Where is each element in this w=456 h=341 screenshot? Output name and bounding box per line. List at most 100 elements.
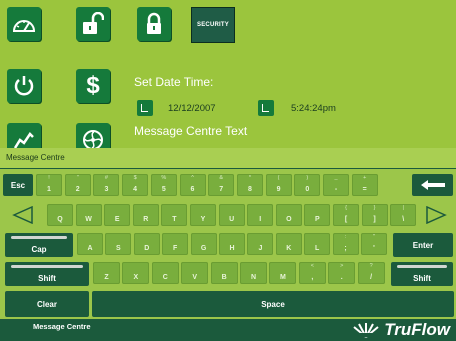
key-primary-label: 6 [190,186,195,193]
gauge-button[interactable] [7,7,41,41]
key-sym[interactable]: " ' [361,233,387,255]
caps-indicator [11,236,67,239]
esc-key[interactable]: Esc [3,174,33,196]
enter-key[interactable]: Enter [393,233,453,257]
key-primary-label: H [229,245,235,252]
fan-button[interactable] [76,123,110,148]
key-L[interactable]: L [304,233,331,255]
key-3[interactable]: #3 [93,174,120,196]
key-R[interactable]: R [132,204,159,226]
lock-button[interactable] [137,7,171,41]
unlock-button[interactable] [76,7,110,41]
key-P[interactable]: P [304,204,331,226]
key-sym[interactable]: | \ [390,204,417,226]
security-button[interactable]: SECURITY [191,7,235,43]
key-primary-label: / [370,274,373,281]
truflow-logo: TruFlow [351,321,450,338]
on-screen-keyboard: Esc ! 1 " 2 #3 $4% 5 ^ 6 & 7 * 8(9) 0 _ - + = Q W E R T Y U I O P{… [0,169,456,319]
key-sym[interactable]: }] [361,204,388,226]
key-8[interactable]: * 8 [236,174,263,196]
enter-label: Enter [412,240,434,250]
left-arrow-key[interactable] [4,204,42,226]
power-button[interactable] [7,69,41,103]
key-S[interactable]: S [105,233,132,255]
key-A[interactable]: A [77,233,103,255]
key-M[interactable]: M [269,262,297,284]
key-X[interactable]: X [122,262,150,284]
key-primary-label: [ [344,216,348,223]
shift-right-label: Shift [413,274,431,283]
key-Y[interactable]: Y [190,204,216,226]
key-U[interactable]: U [218,204,245,226]
message-centre-input[interactable]: Message Centre [0,148,456,168]
key-primary-label: J [258,245,263,252]
backspace-key[interactable] [412,174,453,196]
key-primary-label: X [133,274,139,281]
key-sym[interactable]: {[ [333,204,359,226]
key-primary-label: . [340,274,343,281]
chart-button[interactable] [7,123,41,148]
key-I[interactable]: I [247,204,274,226]
key-5[interactable]: % 5 [150,174,177,196]
caps-key[interactable]: Cap [5,233,73,257]
control-panel: SECURITY $ Set Date Time: 12/12/2007 5:2… [0,0,456,148]
key-Z[interactable]: Z [93,262,120,284]
key-F[interactable]: F [162,233,189,255]
date-checkbox[interactable] [137,100,153,116]
key-sym[interactable]: >. [328,262,356,284]
key-sym[interactable]: <, [298,262,326,284]
key-V[interactable]: V [181,262,209,284]
key-0[interactable]: ) 0 [294,174,321,196]
key-secondary-label: ) [306,175,309,181]
key-primary-label: = [362,186,367,193]
key-C[interactable]: C [151,262,179,284]
key-T[interactable]: T [161,204,188,226]
key-primary-label: 3 [104,186,109,193]
key-K[interactable]: K [275,233,302,255]
key-primary-label: T [172,216,177,223]
key-D[interactable]: D [133,233,160,255]
key-primary-label: U [229,216,235,223]
key-1[interactable]: ! 1 [36,174,62,196]
key-primary-label: G [200,245,207,252]
right-arrow-key[interactable] [418,204,454,226]
key-primary-label: - [334,186,338,193]
key-6[interactable]: ^ 6 [179,174,206,196]
shift-right-key[interactable]: Shift [391,262,453,286]
key-Q[interactable]: Q [47,204,73,226]
key-O[interactable]: O [275,204,302,226]
key-9[interactable]: (9 [265,174,292,196]
key-sym[interactable]: :; [332,233,359,255]
key-J[interactable]: J [247,233,274,255]
key-H[interactable]: H [219,233,245,255]
key-sym[interactable]: _ - [323,174,349,196]
key-primary-label: E [114,216,120,223]
power-icon [14,76,34,96]
key-sym[interactable]: ? / [357,262,385,284]
key-sym[interactable]: + = [351,174,378,196]
clear-key[interactable]: Clear [5,291,89,317]
shift-left-key[interactable]: Shift [5,262,89,286]
key-E[interactable]: E [104,204,131,226]
key-2[interactable]: " 2 [64,174,91,196]
key-secondary-label: ! [48,175,50,181]
key-G[interactable]: G [190,233,217,255]
key-primary-label: ; [344,245,347,252]
key-4[interactable]: $4 [122,174,149,196]
key-primary-label: D [144,245,150,252]
line-chart-icon [13,132,34,148]
key-primary-label: K [286,245,292,252]
key-N[interactable]: N [240,262,267,284]
key-primary-label: W [85,216,92,223]
key-secondary-label: * [248,175,251,181]
key-7[interactable]: & 7 [208,174,235,196]
space-key[interactable]: Space [92,291,454,317]
key-primary-label: B [221,274,227,281]
fan-icon [83,130,103,148]
key-B[interactable]: B [210,262,238,284]
time-checkbox[interactable] [258,100,274,116]
key-secondary-label: ( [277,175,280,181]
dollar-button[interactable]: $ [76,69,110,103]
key-W[interactable]: W [75,204,102,226]
key-secondary-label: % [161,175,167,181]
